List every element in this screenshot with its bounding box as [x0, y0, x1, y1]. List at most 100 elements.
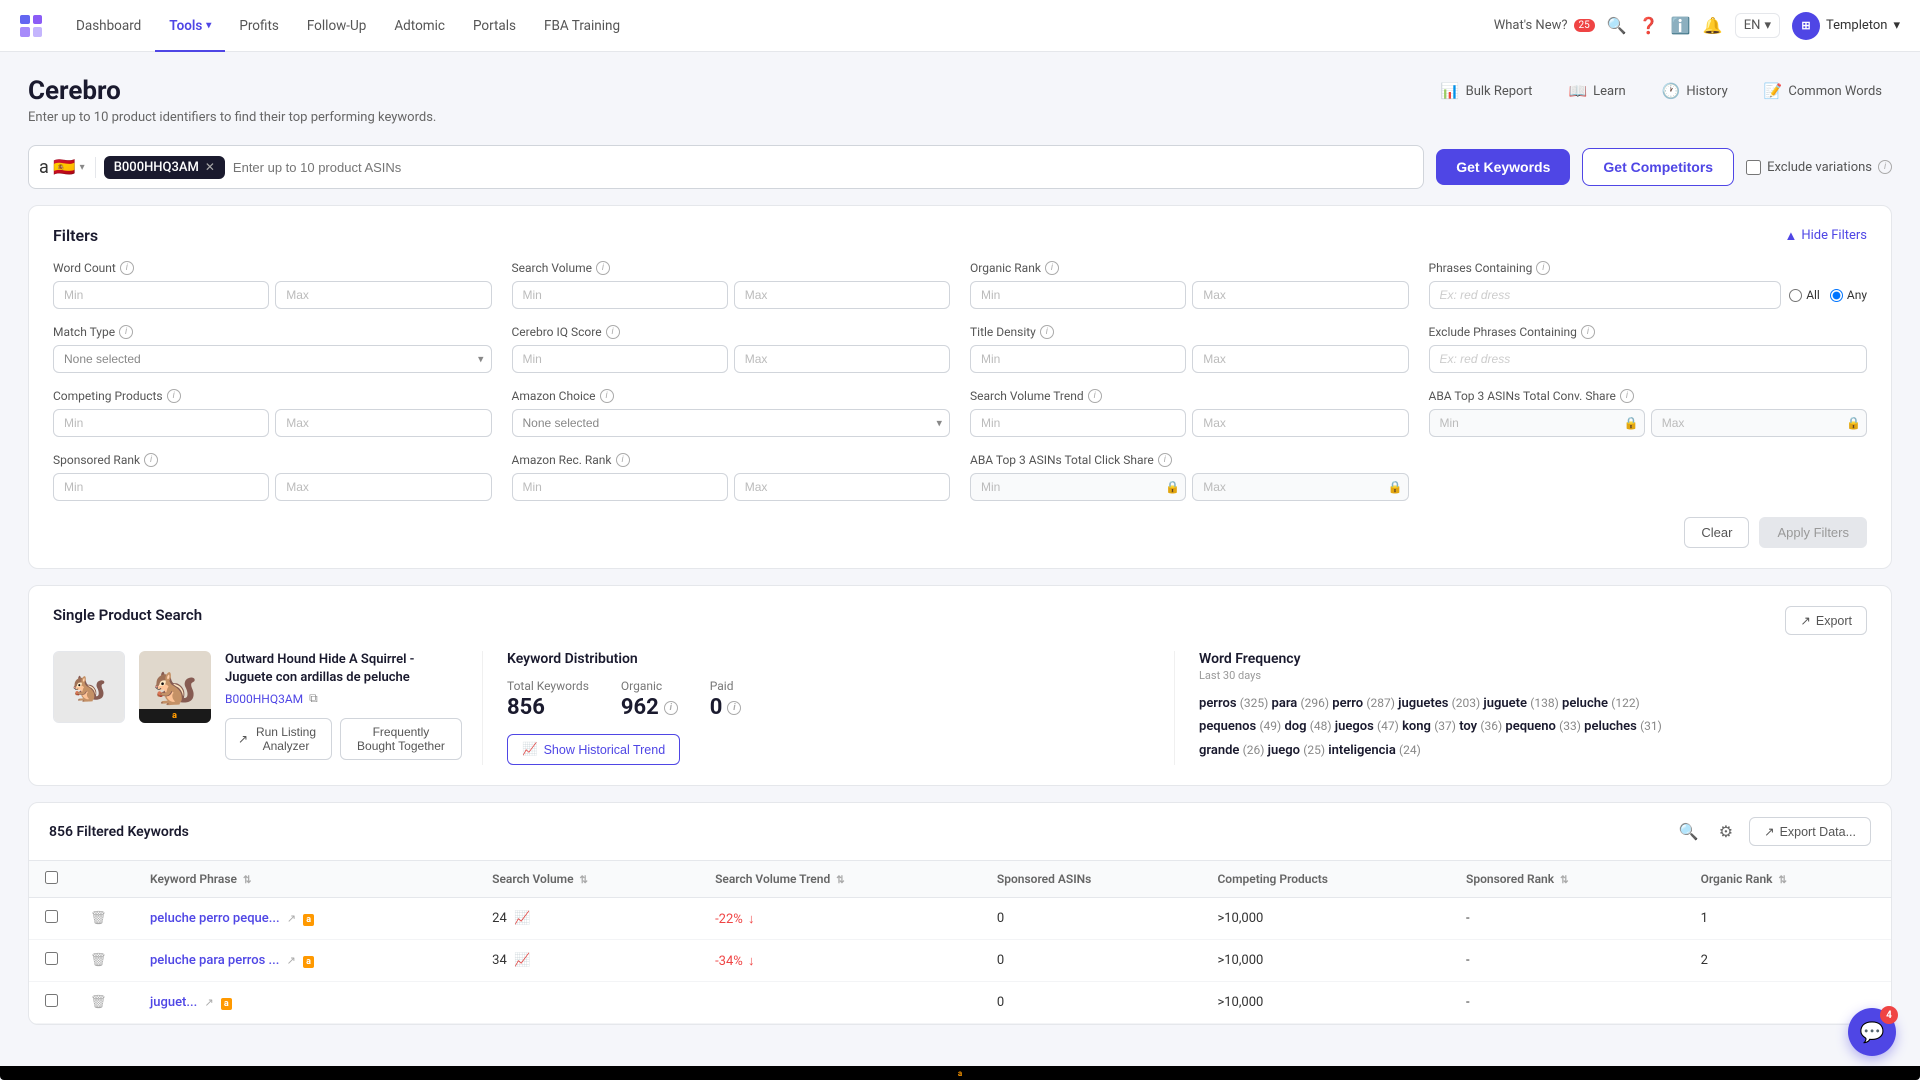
- table-row: 🗑 peluche perro peque... ↗ a 24 📈 -22% ↓…: [29, 898, 1891, 940]
- nav-portals[interactable]: Portals: [459, 0, 530, 52]
- trend-chart-icon[interactable]: 📈: [514, 953, 530, 968]
- nav-dashboard[interactable]: Dashboard: [62, 0, 155, 52]
- sv-trend-max[interactable]: [1192, 409, 1408, 437]
- user-menu[interactable]: ⊞ Templeton ▾: [1792, 12, 1900, 40]
- amazon-rec-rank-max[interactable]: [734, 473, 950, 501]
- nav-tools[interactable]: Tools ▾: [155, 0, 225, 52]
- info-icon: i: [596, 261, 610, 275]
- cerebro-iq-max[interactable]: [734, 345, 950, 373]
- th-sv-trend[interactable]: Search Volume Trend ⇅: [699, 861, 981, 898]
- word-freq-item: peluches: [1584, 719, 1637, 734]
- settings-icon[interactable]: ⚙: [1715, 818, 1737, 845]
- organic-rank-min[interactable]: [970, 281, 1186, 309]
- nav-adtomic[interactable]: Adtomic: [380, 0, 459, 52]
- show-historical-trend-button[interactable]: 📈 Show Historical Trend: [507, 734, 680, 765]
- filter-match-type-wrapper: None selected Exact Phrase Broad: [53, 345, 492, 373]
- marketplace-selector[interactable]: a 🇪🇸 ▾: [39, 157, 96, 178]
- whats-new-button[interactable]: What's New? 25: [1494, 18, 1595, 33]
- filters-header: Filters ▲ Hide Filters: [53, 226, 1867, 245]
- trash-icon[interactable]: 🗑: [90, 953, 107, 968]
- external-link-icon[interactable]: ↗: [204, 996, 213, 1009]
- radio-all[interactable]: All: [1789, 288, 1820, 302]
- competing-products-min[interactable]: [53, 409, 269, 437]
- filter-aba-conv-share-inputs: 🔒 🔒: [1429, 409, 1868, 437]
- language-selector[interactable]: EN ▾: [1735, 13, 1780, 38]
- trash-icon[interactable]: 🗑: [90, 911, 107, 926]
- exclude-phrases-input[interactable]: [1429, 345, 1868, 373]
- th-keyword-phrase[interactable]: Keyword Phrase ⇅: [134, 861, 476, 898]
- sponsored-rank-max[interactable]: [275, 473, 491, 501]
- logo[interactable]: [20, 15, 42, 37]
- sponsored-rank-min[interactable]: [53, 473, 269, 501]
- th-competing-products[interactable]: Competing Products: [1201, 861, 1450, 898]
- nav-fba-training[interactable]: FBA Training: [530, 0, 634, 52]
- th-search-volume[interactable]: Search Volume ⇅: [476, 861, 699, 898]
- nav-profits[interactable]: Profits: [225, 0, 293, 52]
- amazon-rec-rank-min[interactable]: [512, 473, 728, 501]
- word-freq-item: perro: [1332, 696, 1363, 711]
- get-keywords-button[interactable]: Get Keywords: [1436, 149, 1570, 185]
- search-volume-max[interactable]: [734, 281, 950, 309]
- aba-conv-share-min: [1429, 409, 1645, 437]
- match-type-select[interactable]: None selected Exact Phrase Broad: [53, 345, 492, 373]
- keyword-phrase-link[interactable]: peluche para perros ...: [150, 953, 279, 968]
- keyword-phrase-link[interactable]: juguet...: [150, 995, 197, 1010]
- word-count-min[interactable]: [53, 281, 269, 309]
- kw-dist-title: Keyword Distribution: [507, 651, 1150, 667]
- row-checkbox[interactable]: [45, 910, 58, 923]
- external-link-icon[interactable]: ↗: [287, 912, 296, 925]
- radio-any[interactable]: Any: [1830, 288, 1867, 302]
- common-words-button[interactable]: 📝 Common Words: [1754, 76, 1892, 106]
- word-freq-item: toy: [1459, 719, 1477, 734]
- word-count-max[interactable]: [275, 281, 491, 309]
- apply-filters-button[interactable]: Apply Filters: [1759, 517, 1867, 548]
- export-button[interactable]: ↗ Export: [1785, 606, 1867, 635]
- history-button[interactable]: 🕐 History: [1652, 76, 1738, 106]
- organic-rank-max[interactable]: [1192, 281, 1408, 309]
- phrases-containing-input[interactable]: [1429, 281, 1782, 309]
- run-listing-analyzer-button[interactable]: ↗ Run Listing Analyzer: [225, 718, 332, 760]
- keyword-phrase-link[interactable]: peluche perro peque...: [150, 911, 280, 926]
- th-sponsored-asins[interactable]: Sponsored ASINs: [981, 861, 1202, 898]
- asin-input[interactable]: [233, 160, 1413, 175]
- exclude-checkbox[interactable]: [1746, 160, 1761, 175]
- external-link-icon[interactable]: ↗: [287, 954, 296, 967]
- learn-button[interactable]: 📖 Learn: [1558, 76, 1635, 106]
- search-bar-row: a 🇪🇸 ▾ B000HHQ3AM ✕ Get Keywords Get Com…: [28, 145, 1892, 189]
- trend-chart-icon[interactable]: 📈: [514, 911, 530, 926]
- competing-products-max[interactable]: [275, 409, 491, 437]
- clear-filters-button[interactable]: Clear: [1684, 517, 1749, 548]
- search-volume-min[interactable]: [512, 281, 728, 309]
- exclude-variations-checkbox[interactable]: Exclude variations i: [1746, 160, 1892, 175]
- title-density-max[interactable]: [1192, 345, 1408, 373]
- organic-keywords-value: 962 i: [621, 695, 678, 720]
- title-density-min[interactable]: [970, 345, 1186, 373]
- info-icon[interactable]: ℹ️: [1671, 16, 1691, 36]
- export-data-button[interactable]: ↗ Export Data...: [1749, 817, 1871, 846]
- search-icon[interactable]: 🔍: [1675, 818, 1703, 845]
- copy-icon[interactable]: ⧉: [309, 691, 318, 706]
- nav-followup[interactable]: Follow-Up: [293, 0, 381, 52]
- select-all-checkbox[interactable]: [45, 871, 58, 884]
- th-sponsored-rank[interactable]: Sponsored Rank ⇅: [1450, 861, 1685, 898]
- frequently-bought-button[interactable]: Frequently Bought Together: [340, 718, 462, 760]
- cerebro-iq-min[interactable]: [512, 345, 728, 373]
- th-checkbox: [29, 861, 74, 898]
- th-organic-rank[interactable]: Organic Rank ⇅: [1685, 861, 1891, 898]
- notification-icon[interactable]: 🔔: [1703, 16, 1723, 36]
- trash-icon[interactable]: 🗑: [90, 995, 107, 1010]
- row-sponsored-rank: -: [1450, 898, 1685, 940]
- hide-filters-button[interactable]: ▲ Hide Filters: [1784, 228, 1867, 244]
- bulk-report-button[interactable]: 📊 Bulk Report: [1431, 76, 1543, 106]
- help-icon[interactable]: ❓: [1639, 16, 1659, 36]
- remove-asin-icon[interactable]: ✕: [205, 160, 215, 174]
- search-icon[interactable]: 🔍: [1607, 16, 1627, 36]
- get-competitors-button[interactable]: Get Competitors: [1582, 148, 1734, 186]
- sv-trend-min[interactable]: [970, 409, 1186, 437]
- word-freq-count: (49): [1259, 719, 1281, 733]
- row-checkbox-cell: [29, 982, 74, 1024]
- row-checkbox[interactable]: [45, 994, 58, 1007]
- row-checkbox[interactable]: [45, 952, 58, 965]
- chat-button[interactable]: 💬 4: [1848, 1008, 1896, 1056]
- amazon-choice-select[interactable]: None selected Yes No: [512, 409, 951, 437]
